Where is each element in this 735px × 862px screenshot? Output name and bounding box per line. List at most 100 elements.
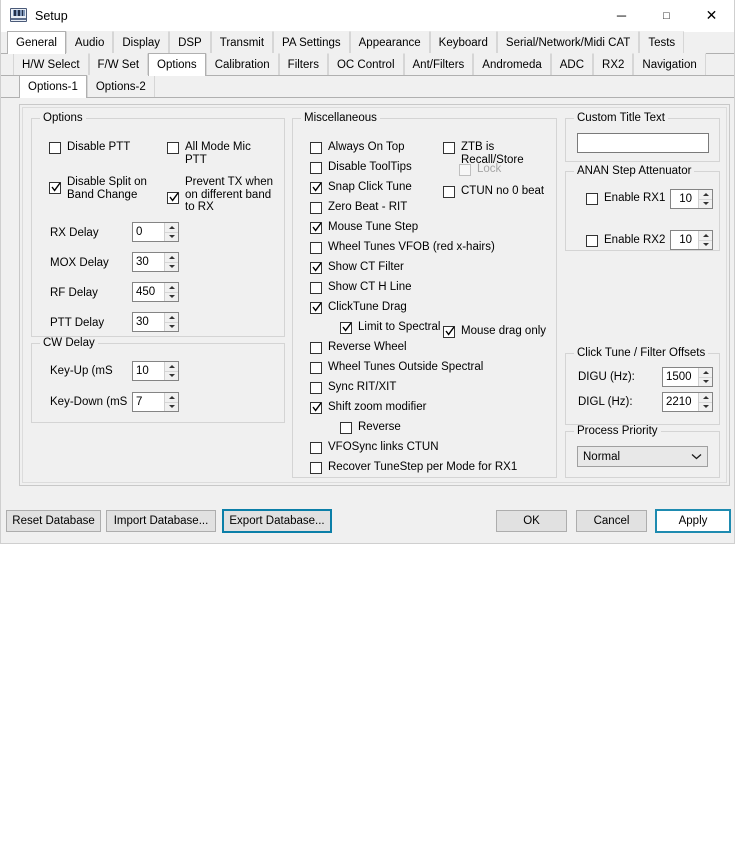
spinner-buttons[interactable] bbox=[164, 253, 178, 271]
checkbox-disable-tooltips[interactable]: Disable ToolTips bbox=[310, 161, 412, 174]
spinner-digu[interactable]: 1500 bbox=[662, 367, 713, 387]
spinner-rf-delay[interactable]: 450 bbox=[132, 282, 179, 302]
spinner-key-down[interactable]: 7 bbox=[132, 392, 179, 412]
checkbox-enable-rx1[interactable]: Enable RX1 bbox=[586, 192, 665, 205]
tab-adc[interactable]: ADC bbox=[551, 53, 593, 75]
tab-transmit[interactable]: Transmit bbox=[211, 31, 273, 53]
spinner-buttons[interactable] bbox=[698, 190, 712, 208]
tab-keyboard[interactable]: Keyboard bbox=[430, 31, 497, 53]
chevron-down-icon[interactable] bbox=[685, 453, 707, 460]
tab-pa-settings[interactable]: PA Settings bbox=[273, 31, 350, 53]
tab-andromeda[interactable]: Andromeda bbox=[473, 53, 550, 75]
spinner-up-icon[interactable] bbox=[165, 223, 178, 233]
spinner-buttons[interactable] bbox=[698, 368, 712, 386]
checkbox-limit-to-spectral[interactable]: Limit to Spectral bbox=[340, 321, 440, 334]
tab-options[interactable]: Options bbox=[148, 53, 206, 76]
maximize-button[interactable]: □ bbox=[644, 0, 689, 32]
spinner-up-icon[interactable] bbox=[165, 393, 178, 403]
tab-appearance[interactable]: Appearance bbox=[350, 31, 430, 53]
spinner-down-icon[interactable] bbox=[165, 403, 178, 412]
spinner-buttons[interactable] bbox=[164, 313, 178, 331]
tab-navigation[interactable]: Navigation bbox=[633, 53, 705, 75]
tab-options-2[interactable]: Options-2 bbox=[87, 75, 155, 97]
tab-display[interactable]: Display bbox=[113, 31, 169, 53]
checkbox-vfosync-links-ctun[interactable]: VFOSync links CTUN bbox=[310, 441, 439, 454]
spinner-down-icon[interactable] bbox=[165, 323, 178, 332]
tab-f-w-set[interactable]: F/W Set bbox=[89, 53, 149, 75]
spinner-down-icon[interactable] bbox=[699, 200, 712, 209]
spinner-down-icon[interactable] bbox=[699, 403, 712, 412]
spinner-mox-delay[interactable]: 30 bbox=[132, 252, 179, 272]
checkbox-wheel-tunes-outside-spectral[interactable]: Wheel Tunes Outside Spectral bbox=[310, 361, 483, 374]
spinner-up-icon[interactable] bbox=[165, 362, 178, 372]
import-database-button[interactable]: Import Database... bbox=[106, 510, 216, 532]
spinner-buttons[interactable] bbox=[164, 393, 178, 411]
ok-button[interactable]: OK bbox=[496, 510, 567, 532]
tab-serial-network-midi-cat[interactable]: Serial/Network/Midi CAT bbox=[497, 31, 639, 53]
spinner-up-icon[interactable] bbox=[699, 393, 712, 403]
close-icon[interactable]: ✕ bbox=[689, 0, 734, 32]
checkbox-show-ct-h-line[interactable]: Show CT H Line bbox=[310, 281, 412, 294]
spinner-ptt-delay[interactable]: 30 bbox=[132, 312, 179, 332]
tab-audio[interactable]: Audio bbox=[66, 31, 113, 53]
spinner-up-icon[interactable] bbox=[699, 190, 712, 200]
tab-general[interactable]: General bbox=[7, 31, 66, 54]
checkbox-reverse-wheel[interactable]: Reverse Wheel bbox=[310, 341, 407, 354]
spinner-down-icon[interactable] bbox=[165, 293, 178, 302]
checkbox-wheel-tunes-vfob-red-x-hairs[interactable]: Wheel Tunes VFOB (red x-hairs) bbox=[310, 241, 495, 254]
spinner-up-icon[interactable] bbox=[165, 253, 178, 263]
export-database-button[interactable]: Export Database... bbox=[222, 509, 332, 533]
cancel-button[interactable]: Cancel bbox=[576, 510, 647, 532]
reset-database-button[interactable]: Reset Database bbox=[6, 510, 101, 532]
spinner-attenuator-rx1[interactable]: 10 bbox=[670, 189, 713, 209]
checkbox-disable-split-on-band-change[interactable]: Disable Split on Band Change bbox=[49, 181, 159, 201]
tab-ant-filters[interactable]: Ant/Filters bbox=[404, 53, 474, 75]
checkbox-prevent-tx-different-band[interactable]: Prevent TX when on different band to RX bbox=[167, 181, 279, 214]
tab-options-1[interactable]: Options-1 bbox=[19, 75, 87, 98]
checkbox-disable-ptt[interactable]: Disable PTT bbox=[49, 141, 130, 154]
checkbox-sync-rit-xit[interactable]: Sync RIT/XIT bbox=[310, 381, 396, 394]
spinner-down-icon[interactable] bbox=[165, 233, 178, 242]
checkbox-ctun-no-0-beat[interactable]: CTUN no 0 beat bbox=[443, 185, 544, 198]
spinner-down-icon[interactable] bbox=[699, 241, 712, 250]
spinner-digl[interactable]: 2210 bbox=[662, 392, 713, 412]
spinner-buttons[interactable] bbox=[698, 231, 712, 249]
checkbox-clicktune-drag[interactable]: ClickTune Drag bbox=[310, 301, 407, 314]
spinner-buttons[interactable] bbox=[164, 223, 178, 241]
tab-calibration[interactable]: Calibration bbox=[206, 53, 279, 75]
tab-dsp[interactable]: DSP bbox=[169, 31, 211, 53]
spinner-down-icon[interactable] bbox=[165, 263, 178, 272]
checkbox-mouse-tune-step[interactable]: Mouse Tune Step bbox=[310, 221, 418, 234]
spinner-up-icon[interactable] bbox=[699, 231, 712, 241]
process-priority-select[interactable]: Normal bbox=[577, 446, 708, 467]
spinner-up-icon[interactable] bbox=[165, 283, 178, 293]
spinner-attenuator-rx2[interactable]: 10 bbox=[670, 230, 713, 250]
minimize-button[interactable]: ─ bbox=[599, 0, 644, 32]
checkbox-always-on-top[interactable]: Always On Top bbox=[310, 141, 405, 154]
spinner-down-icon[interactable] bbox=[165, 372, 178, 381]
spinner-key-up[interactable]: 10 bbox=[132, 361, 179, 381]
custom-title-input[interactable] bbox=[577, 133, 709, 153]
tab-rx2[interactable]: RX2 bbox=[593, 53, 633, 75]
spinner-rx-delay[interactable]: 0 bbox=[132, 222, 179, 242]
checkbox-reverse[interactable]: Reverse bbox=[340, 421, 401, 434]
checkbox-enable-rx2[interactable]: Enable RX2 bbox=[586, 234, 665, 247]
tab-h-w-select[interactable]: H/W Select bbox=[13, 53, 89, 75]
tab-filters[interactable]: Filters bbox=[279, 53, 328, 75]
checkbox-shift-zoom-modifier[interactable]: Shift zoom modifier bbox=[310, 401, 426, 414]
spinner-up-icon[interactable] bbox=[699, 368, 712, 378]
checkbox-snap-click-tune[interactable]: Snap Click Tune bbox=[310, 181, 412, 194]
spinner-buttons[interactable] bbox=[164, 283, 178, 301]
spinner-buttons[interactable] bbox=[698, 393, 712, 411]
checkbox-zero-beat-rit[interactable]: Zero Beat - RIT bbox=[310, 201, 407, 214]
checkbox-show-ct-filter[interactable]: Show CT Filter bbox=[310, 261, 404, 274]
spinner-down-icon[interactable] bbox=[699, 378, 712, 387]
checkbox-all-mode-mic-ptt[interactable]: All Mode Mic PTT bbox=[167, 141, 267, 166]
spinner-buttons[interactable] bbox=[164, 362, 178, 380]
apply-button[interactable]: Apply bbox=[655, 509, 731, 533]
checkbox-recover-tunestep-per-mode-for-rx1[interactable]: Recover TuneStep per Mode for RX1 bbox=[310, 461, 517, 474]
spinner-up-icon[interactable] bbox=[165, 313, 178, 323]
checkbox-mouse-drag-only[interactable]: Mouse drag only bbox=[443, 325, 546, 338]
tab-tests[interactable]: Tests bbox=[639, 31, 684, 53]
tab-oc-control[interactable]: OC Control bbox=[328, 53, 404, 75]
